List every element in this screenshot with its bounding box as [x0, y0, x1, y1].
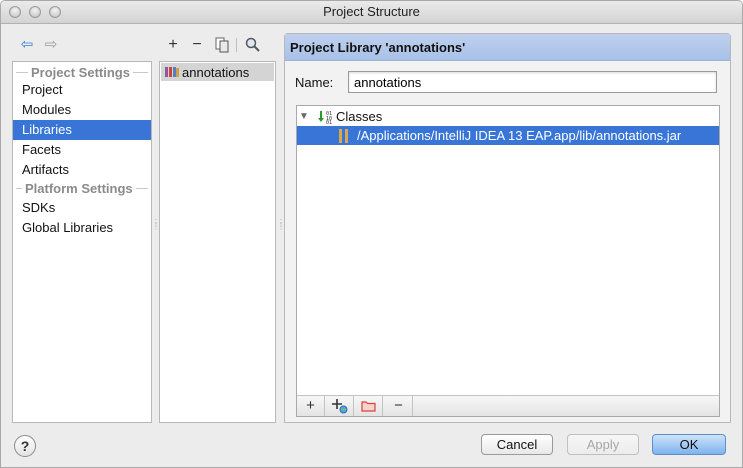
project-structure-window: Project Structure ⇦ ⇨ Project Settings P… [0, 0, 743, 468]
cancel-button[interactable]: Cancel [481, 434, 553, 455]
copy-icon [215, 37, 229, 53]
sidebar-item-global-libraries[interactable]: Global Libraries [13, 218, 151, 238]
ok-button[interactable]: OK [652, 434, 726, 455]
svg-text:01: 01 [326, 120, 332, 124]
arrow-left-icon[interactable]: ⇦ [19, 37, 35, 53]
sidebar-splitter[interactable]: ⋮ ⋮ [152, 219, 160, 235]
list-splitter[interactable]: ⋮ ⋮ [277, 219, 285, 235]
library-detail-panel: Project Library 'annotations' Name: ▼ 01… [284, 33, 731, 423]
library-icon [165, 67, 179, 77]
attach-folder-button[interactable] [355, 396, 383, 416]
library-contents-tree: ▼ 01 10 01 Classes /Applications/Intelli… [296, 105, 720, 417]
library-name-field[interactable] [348, 71, 717, 93]
tree-node-classes-label: Classes [336, 109, 383, 124]
section-header-project-settings: Project Settings [13, 63, 151, 81]
sidebar-item-artifacts[interactable]: Artifacts [13, 160, 151, 180]
add-root-button[interactable]: + [297, 396, 325, 416]
toolbar-separator [236, 38, 237, 52]
help-icon: ? [20, 438, 30, 454]
tree-node-classes[interactable]: ▼ 01 10 01 Classes [297, 107, 719, 126]
library-item-label: annotations [182, 64, 250, 80]
tree-node-jar[interactable]: /Applications/IntelliJ IDEA 13 EAP.app/l… [297, 126, 719, 145]
plus-icon: + [306, 397, 315, 414]
expand-triangle-icon[interactable]: ▼ [299, 111, 313, 122]
sidebar-item-modules[interactable]: Modules [13, 100, 151, 120]
tree-node-jar-label: /Applications/IntelliJ IDEA 13 EAP.app/l… [357, 128, 682, 143]
minus-icon: − [192, 36, 202, 53]
remove-root-button[interactable]: − [385, 396, 413, 416]
arrow-right-icon[interactable]: ⇨ [43, 37, 59, 53]
copy-library-button[interactable] [213, 35, 231, 55]
minus-icon: − [394, 397, 403, 414]
add-library-button[interactable]: + [164, 35, 182, 55]
window-title: Project Structure [323, 4, 420, 19]
title-bar: Project Structure [1, 1, 742, 24]
sidebar-item-project[interactable]: Project [13, 80, 151, 100]
add-with-globe-icon [331, 399, 347, 414]
sidebar-item-sdks[interactable]: SDKs [13, 198, 151, 218]
plus-icon: + [168, 36, 178, 53]
add-jar-button[interactable] [326, 396, 354, 416]
help-button[interactable]: ? [14, 435, 36, 457]
detail-header: Project Library 'annotations' [285, 34, 730, 61]
library-list: annotations [159, 61, 276, 423]
list-item-annotations[interactable]: annotations [161, 63, 274, 81]
classes-root-icon: 01 10 01 [318, 110, 332, 124]
section-header-platform-settings: Platform Settings [13, 179, 151, 197]
find-usages-button[interactable] [243, 35, 261, 55]
name-label: Name: [295, 75, 334, 90]
jar-file-icon [339, 128, 348, 143]
search-icon [245, 37, 260, 52]
folder-icon [361, 401, 376, 412]
settings-sidebar: Project Settings Project Modules Librari… [12, 61, 152, 423]
remove-library-button[interactable]: − [188, 35, 206, 55]
sidebar-item-libraries[interactable]: Libraries [13, 120, 151, 140]
tree-toolbar: + − [297, 395, 719, 416]
apply-button[interactable]: Apply [567, 434, 639, 455]
sidebar-item-facets[interactable]: Facets [13, 140, 151, 160]
